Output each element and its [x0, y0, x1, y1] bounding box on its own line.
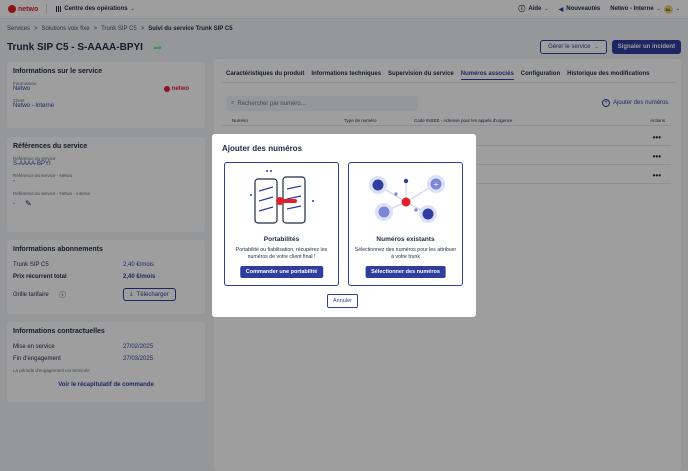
svg-text:+: +	[433, 181, 439, 189]
existing-numbers-illustration: +	[369, 175, 445, 223]
option-title: Numéros existants	[376, 236, 435, 243]
add-numbers-modal: Ajouter des numéros Portabilités Portabi…	[212, 134, 476, 317]
portability-illustration	[250, 170, 314, 224]
option-description: Portabilité ou fiabilisation, récupérez …	[235, 247, 328, 261]
existing-numbers-option[interactable]: + Numéros existants Sélectionnez des num…	[348, 162, 463, 286]
portability-option[interactable]: Portabilités Portabilité ou fiabilisatio…	[224, 162, 339, 286]
cancel-button[interactable]: Annuler	[327, 294, 358, 308]
option-description: Sélectionnez des numéros pour les attrib…	[354, 247, 457, 261]
order-portability-button[interactable]: Commander une portabilité	[239, 266, 324, 278]
select-numbers-button[interactable]: Sélectionner des numéros	[365, 266, 446, 278]
modal-title: Ajouter des numéros	[222, 144, 303, 153]
option-title: Portabilités	[263, 236, 300, 243]
